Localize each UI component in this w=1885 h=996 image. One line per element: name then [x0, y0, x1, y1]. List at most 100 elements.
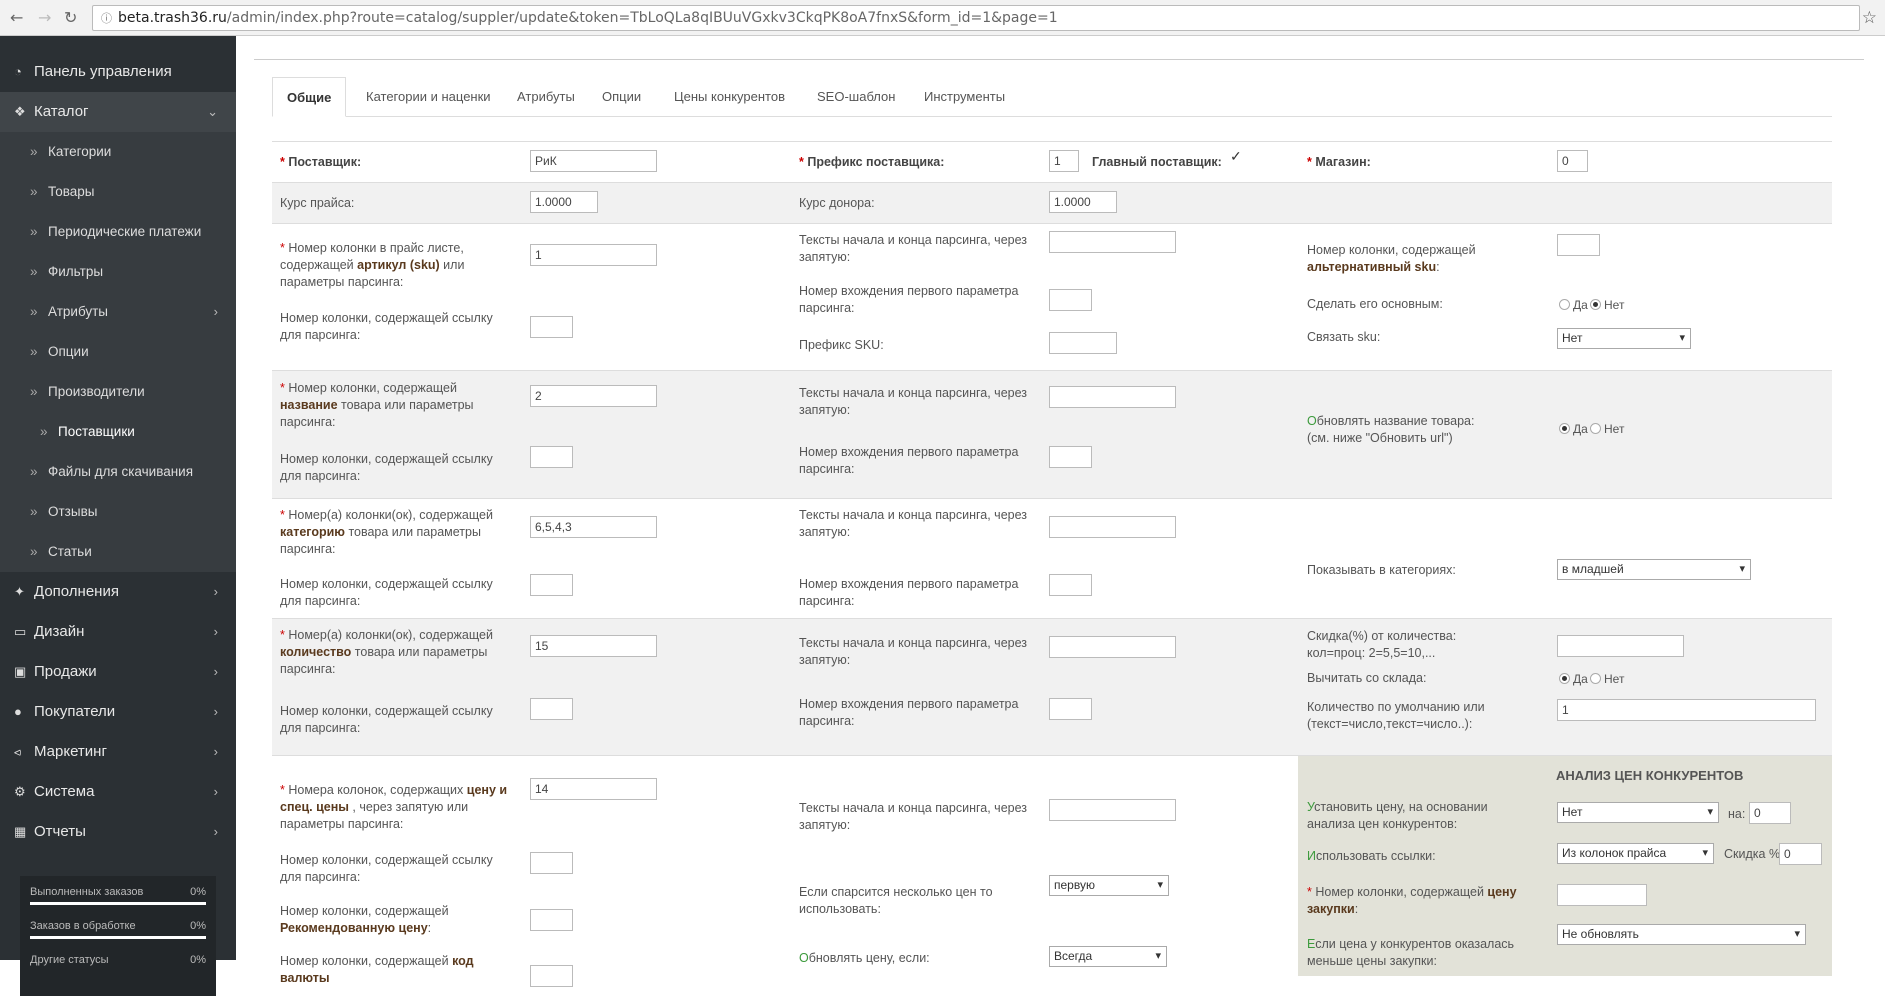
- bookmark-star-icon[interactable]: ☆: [1862, 8, 1877, 28]
- user-icon: ●: [14, 704, 22, 719]
- tab-attributes[interactable]: Атрибуты: [517, 77, 575, 117]
- category-link-input[interactable]: [530, 574, 573, 596]
- update-price-select[interactable]: Всегда: [1049, 946, 1167, 967]
- name-occurrence-label: Номер вхождения первого параметра парсин…: [799, 445, 1019, 476]
- show-in-categories-select[interactable]: в младшей: [1557, 559, 1751, 580]
- update-name-radio-no[interactable]: Нет: [1590, 421, 1624, 437]
- quantity-occurrence-input[interactable]: [1049, 698, 1092, 720]
- competitor-analysis-panel: АНАЛИЗ ЦЕН КОНКУРЕНТОВ Установить цену, …: [1298, 756, 1832, 976]
- tab-categories-markups[interactable]: Категории и наценки: [366, 77, 491, 117]
- category-occurrence-input[interactable]: [1049, 574, 1092, 596]
- name-texts-input[interactable]: [1049, 386, 1176, 408]
- multi-price-select[interactable]: первую: [1049, 875, 1169, 896]
- back-icon[interactable]: ←: [10, 8, 23, 27]
- category-occurrence-label: Номер вхождения первого параметра парсин…: [799, 577, 1019, 608]
- radio-circle: [1559, 299, 1570, 310]
- lower-than-purchase-select[interactable]: Не обновлять: [1557, 924, 1806, 945]
- make-main-radio-no[interactable]: Нет: [1590, 297, 1624, 313]
- sidebar-sub-downloads[interactable]: » Файлы для скачивания: [0, 452, 236, 492]
- stat-other: Другие статусы 0%: [30, 954, 206, 988]
- chevron-right-icon: ›: [213, 304, 218, 319]
- reload-icon[interactable]: ↻: [64, 8, 77, 27]
- link-sku-select[interactable]: Нет: [1557, 328, 1691, 349]
- tab-general[interactable]: Общие: [272, 77, 347, 117]
- sidebar-item-label: Продажи: [34, 663, 97, 680]
- donor-rate-input[interactable]: 1.0000: [1049, 191, 1117, 213]
- double-chevron-icon: »: [30, 304, 38, 319]
- stat-label: Выполненных заказов: [30, 886, 144, 898]
- category-column-input[interactable]: 6,5,4,3: [530, 516, 657, 538]
- sku-texts-label: Тексты начала и конца парсинга, через за…: [799, 233, 1028, 264]
- quantity-occurrence-label: Номер вхождения первого параметра парсин…: [799, 697, 1019, 728]
- recommended-price-input[interactable]: [530, 909, 573, 931]
- price-columns-input[interactable]: 14: [530, 778, 657, 800]
- sidebar-sub-attributes[interactable]: » Атрибуты ›: [0, 292, 236, 332]
- qty-discount-input[interactable]: [1557, 635, 1684, 657]
- currency-code-input[interactable]: [530, 965, 573, 987]
- discount-pct-input[interactable]: 0: [1779, 843, 1822, 865]
- subtract-stock-radio-no[interactable]: Нет: [1590, 671, 1624, 687]
- default-qty-label: Количество по умолчанию или (текст=число…: [1307, 700, 1485, 731]
- address-bar[interactable]: ⓘ beta.trash36.ru/admin/index.php?route=c…: [92, 5, 1860, 31]
- sidebar-item-system[interactable]: ⚙ Система ›: [0, 772, 236, 812]
- quantity-texts-label: Тексты начала и конца парсинга, через за…: [799, 636, 1028, 667]
- shop-input[interactable]: 0: [1557, 150, 1588, 172]
- name-column-input[interactable]: 2: [530, 385, 657, 407]
- sidebar-sub-reviews[interactable]: » Отзывы: [0, 492, 236, 532]
- on-input[interactable]: 0: [1749, 802, 1791, 824]
- category-texts-input[interactable]: [1049, 516, 1176, 538]
- sku-column-input[interactable]: 1: [530, 244, 657, 266]
- sidebar-item-sales[interactable]: ▣ Продажи ›: [0, 652, 236, 692]
- subtract-stock-radio-yes[interactable]: Да: [1559, 671, 1588, 687]
- double-chevron-icon: »: [30, 504, 38, 519]
- alt-sku-input[interactable]: [1557, 234, 1600, 256]
- sidebar-item-customers[interactable]: ● Покупатели ›: [0, 692, 236, 732]
- sidebar-sub-recurring[interactable]: » Периодические платежи: [0, 212, 236, 252]
- panel-divider: [254, 59, 1864, 60]
- sidebar-sub-label: Товары: [48, 184, 95, 199]
- main-supplier-checkbox[interactable]: ✓: [1230, 148, 1242, 165]
- tab-seo-template[interactable]: SEO-шаблон: [817, 77, 895, 117]
- sidebar-item-design[interactable]: ▭ Дизайн ›: [0, 612, 236, 652]
- quantity-texts-input[interactable]: [1049, 636, 1176, 658]
- sidebar-sub-suppliers[interactable]: » Поставщики: [0, 412, 236, 452]
- sku-link-input[interactable]: [530, 316, 573, 338]
- set-price-select[interactable]: Нет: [1557, 802, 1719, 823]
- name-link-input[interactable]: [530, 446, 573, 468]
- sidebar-item-catalog[interactable]: ❖ Каталог ⌄: [0, 92, 236, 132]
- cart-icon: ▣: [14, 664, 27, 679]
- sidebar-sub-options[interactable]: » Опции: [0, 332, 236, 372]
- default-qty-input[interactable]: 1: [1557, 699, 1816, 721]
- form-row-category: * Номер(а) колонки(ок), содержащей катег…: [272, 498, 1832, 618]
- sidebar-sub-filters[interactable]: » Фильтры: [0, 252, 236, 292]
- quantity-link-input[interactable]: [530, 698, 573, 720]
- sku-texts-input[interactable]: [1049, 231, 1176, 253]
- update-name-radio-yes[interactable]: Да: [1559, 421, 1588, 437]
- price-rate-input[interactable]: 1.0000: [530, 191, 598, 213]
- price-texts-input[interactable]: [1049, 799, 1176, 821]
- sidebar-sub-articles[interactable]: » Статьи: [0, 532, 236, 572]
- bar-chart-icon: ▦: [14, 824, 27, 839]
- purchase-price-input[interactable]: [1557, 884, 1647, 906]
- price-link-input[interactable]: [530, 852, 573, 874]
- tab-competitor-prices[interactable]: Цены конкурентов: [674, 77, 785, 117]
- tab-options[interactable]: Опции: [602, 77, 641, 117]
- use-links-select[interactable]: Из колонок прайса: [1557, 843, 1714, 864]
- make-main-radio-yes[interactable]: Да: [1559, 297, 1588, 313]
- sidebar-sub-manufacturers[interactable]: » Производители: [0, 372, 236, 412]
- sidebar-item-reports[interactable]: ▦ Отчеты ›: [0, 812, 236, 852]
- sidebar-item-dashboard[interactable]: ◔ Панель управления: [0, 52, 236, 92]
- sku-occurrence-input[interactable]: [1049, 289, 1092, 311]
- supplier-prefix-input[interactable]: 1: [1049, 150, 1079, 172]
- quantity-column-input[interactable]: 15: [530, 635, 657, 657]
- sidebar-sub-label: Производители: [48, 384, 145, 399]
- tab-tools[interactable]: Инструменты: [924, 77, 1005, 117]
- name-occurrence-input[interactable]: [1049, 446, 1092, 468]
- sku-prefix-input[interactable]: [1049, 332, 1117, 354]
- sidebar-sub-products[interactable]: » Товары: [0, 172, 236, 212]
- sidebar-item-extensions[interactable]: ✦ Дополнения ›: [0, 572, 236, 612]
- sidebar-item-marketing[interactable]: ⪦ Маркетинг ›: [0, 732, 236, 772]
- forward-icon[interactable]: →: [38, 8, 51, 27]
- supplier-input[interactable]: РиК: [530, 150, 657, 172]
- sidebar-sub-categories[interactable]: » Категории: [0, 132, 236, 172]
